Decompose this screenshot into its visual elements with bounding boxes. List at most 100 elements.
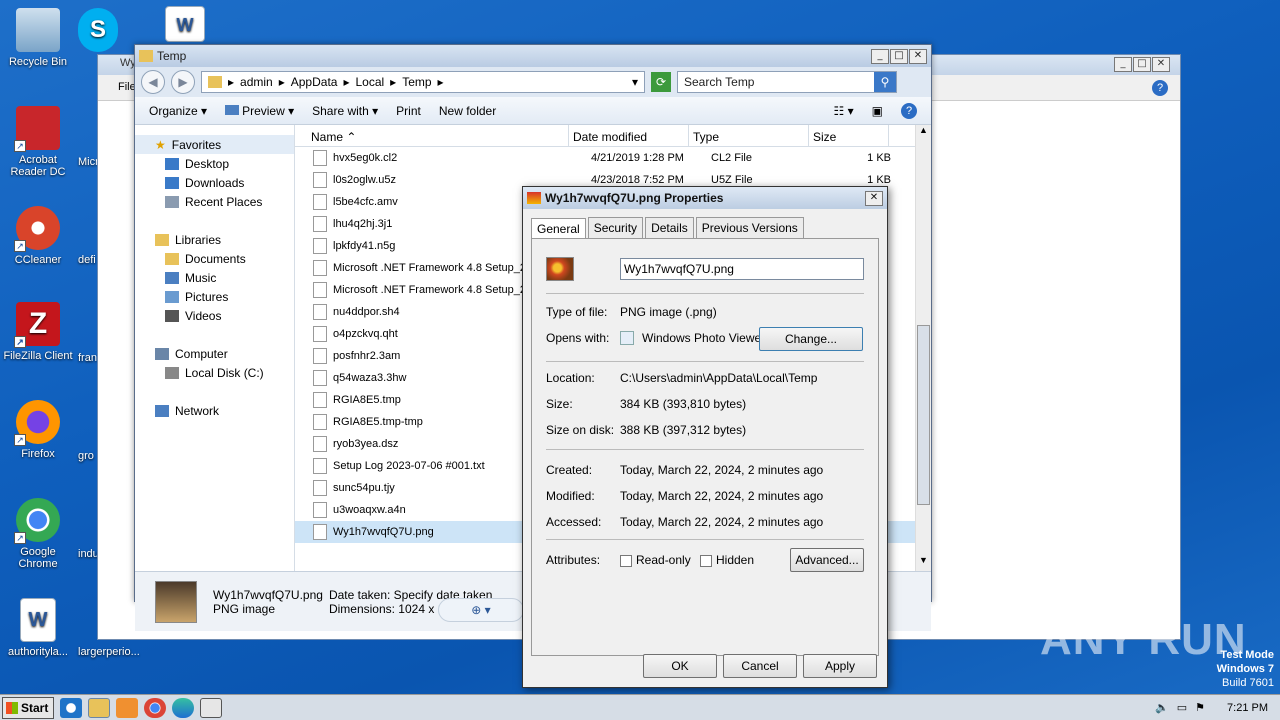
flag-icon[interactable]: ⚑ — [1195, 701, 1205, 714]
column-name[interactable]: Name ⌃ — [295, 125, 569, 146]
help-icon[interactable]: ? — [901, 102, 917, 119]
preview-pane-icon[interactable]: ▣ — [872, 104, 883, 118]
nav-desktop[interactable]: Desktop — [135, 154, 294, 173]
tab-previous-versions[interactable]: Previous Versions — [695, 217, 804, 238]
desktop-icon-word-top[interactable]: W — [160, 6, 210, 46]
breadcrumb-admin[interactable]: admin — [240, 75, 273, 89]
nav-favorites[interactable]: ★ Favorites — [135, 135, 294, 154]
readonly-checkbox[interactable]: Read-only — [620, 553, 691, 567]
nav-documents[interactable]: Documents — [135, 249, 294, 268]
breadcrumb-appdata[interactable]: AppData — [291, 75, 338, 89]
properties-titlebar[interactable]: Wy1h7wvqfQ7U.png Properties ✕ — [523, 187, 887, 209]
view-options-icon[interactable]: ☷ ▾ — [834, 104, 854, 118]
checkbox-icon[interactable] — [700, 554, 712, 567]
advanced-button[interactable]: Advanced... — [790, 548, 864, 572]
checkbox-icon[interactable] — [620, 554, 632, 567]
preview-button[interactable]: Preview ▾ — [225, 104, 294, 118]
file-icon — [313, 238, 327, 254]
close-button[interactable]: ✕ — [865, 190, 883, 206]
modified-value: Today, March 22, 2024, 2 minutes ago — [620, 489, 824, 503]
desktop-icon-acrobat[interactable]: ↗ Acrobat Reader DC — [0, 106, 76, 178]
nav-recent-places[interactable]: Recent Places — [135, 192, 294, 211]
share-with-button[interactable]: Share with ▾ — [312, 104, 378, 118]
hidden-checkbox[interactable]: Hidden — [700, 553, 754, 567]
media-player-icon[interactable] — [116, 697, 138, 718]
nav-videos[interactable]: Videos — [135, 306, 294, 325]
libraries-icon — [155, 233, 169, 246]
back-arrow-icon[interactable]: ◀ — [141, 70, 165, 94]
documents-icon — [165, 252, 179, 265]
properties-taskbar-icon[interactable] — [200, 697, 222, 718]
file-row[interactable]: hvx5eg0k.cl2 4/21/2019 1:28 PM CL2 File 1 K… — [295, 147, 931, 169]
maximize-button[interactable]: □ — [1133, 57, 1151, 72]
desktop-icon-recycle-bin[interactable]: Recycle Bin — [0, 8, 76, 68]
desktop-icon-firefox[interactable]: ↗ Firefox — [0, 400, 76, 460]
nav-pictures[interactable]: Pictures — [135, 287, 294, 306]
shortcut-arrow-icon: ↗ — [14, 140, 26, 152]
organize-button[interactable]: Organize ▾ — [149, 104, 207, 118]
desktop-icon-chrome[interactable]: ↗ Google Chrome — [0, 498, 76, 570]
nav-local-disk[interactable]: Local Disk (C:) — [135, 363, 294, 382]
test-mode-notice: Test Mode Windows 7 Build 7601 — [1217, 648, 1274, 690]
vertical-scrollbar[interactable]: ▲ ▼ — [915, 125, 931, 571]
zoom-icon[interactable]: ⊕ ▾ — [471, 603, 490, 617]
scroll-down-arrow-icon[interactable]: ▼ — [916, 555, 931, 571]
properties-dialog[interactable]: Wy1h7wvqfQ7U.png Properties ✕ General Se… — [522, 186, 888, 688]
speaker-icon[interactable]: 🔈 — [1155, 701, 1169, 714]
scroll-thumb[interactable] — [917, 325, 930, 505]
tab-security[interactable]: Security — [587, 217, 644, 238]
breadcrumb-temp[interactable]: Temp — [402, 75, 431, 89]
nav-network[interactable]: Network — [135, 401, 294, 420]
forward-arrow-icon[interactable]: ▶ — [171, 70, 195, 94]
ok-button[interactable]: OK — [643, 654, 717, 678]
refresh-icon[interactable]: ⟳ — [651, 72, 671, 92]
chrome-taskbar-icon[interactable] — [144, 697, 166, 718]
nav-computer[interactable]: Computer — [135, 344, 294, 363]
clock[interactable]: 7:21 PM — [1227, 702, 1268, 714]
internet-explorer-icon[interactable] — [60, 697, 82, 718]
desktop-icon-filezilla[interactable]: Z ↗ FileZilla Client — [0, 302, 76, 362]
desktop-icon-ccleaner[interactable]: ↗ CCleaner — [0, 206, 76, 266]
search-icon[interactable]: ⚲ — [874, 72, 896, 92]
nav-libraries[interactable]: Libraries — [135, 230, 294, 249]
file-size: 1 KB — [867, 152, 891, 164]
column-type[interactable]: Type — [689, 125, 809, 146]
tab-general[interactable]: General — [531, 218, 586, 239]
desktop-icon-authority-doc[interactable]: W authorityla... — [0, 598, 76, 658]
music-icon — [165, 271, 179, 284]
address-row: ◀ ▶ ▸ admin ▸ AppData ▸ Local ▸ Temp ▸ ▾… — [135, 67, 931, 97]
column-size[interactable]: Size — [809, 125, 889, 146]
apply-button[interactable]: Apply — [803, 654, 877, 678]
file-icon — [313, 216, 327, 232]
close-button[interactable]: ✕ — [909, 48, 927, 64]
close-button[interactable]: ✕ — [1152, 57, 1170, 72]
help-icon[interactable]: ? — [1152, 80, 1168, 96]
search-input[interactable]: Search Temp ⚲ — [677, 71, 897, 93]
change-button[interactable]: Change... — [759, 327, 863, 351]
desktop-icon-partial-label: indu — [78, 548, 99, 560]
column-date-modified[interactable]: Date modified — [569, 125, 689, 146]
photo-viewer-icon — [620, 331, 634, 345]
nav-downloads[interactable]: Downloads — [135, 173, 294, 192]
maximize-button[interactable]: □ — [890, 48, 908, 64]
scroll-up-arrow-icon[interactable]: ▲ — [916, 125, 931, 141]
minimize-button[interactable]: _ — [871, 48, 889, 64]
chevron-down-icon[interactable]: ▾ — [632, 75, 638, 89]
edge-taskbar-icon[interactable] — [172, 697, 194, 718]
cancel-button[interactable]: Cancel — [723, 654, 797, 678]
column-headers: Name ⌃ Date modified Type Size — [295, 125, 931, 147]
minimize-button[interactable]: _ — [1114, 57, 1132, 72]
explorer-titlebar[interactable]: Temp _ □ ✕ — [135, 45, 931, 67]
tab-details[interactable]: Details — [645, 217, 694, 238]
address-bar[interactable]: ▸ admin ▸ AppData ▸ Local ▸ Temp ▸ ▾ — [201, 71, 645, 93]
new-folder-button[interactable]: New folder — [439, 104, 496, 118]
desktop-icon-skype[interactable]: S — [78, 8, 118, 56]
print-button[interactable]: Print — [396, 104, 421, 118]
file-explorer-taskbar-icon[interactable] — [88, 697, 110, 718]
readonly-label: Read-only — [636, 553, 691, 567]
nav-music[interactable]: Music — [135, 268, 294, 287]
start-button[interactable]: Start — [2, 696, 54, 719]
filename-field[interactable]: Wy1h7wvqfQ7U.png — [620, 258, 864, 280]
network-tray-icon[interactable]: ▭ — [1177, 701, 1187, 714]
breadcrumb-local[interactable]: Local — [355, 75, 384, 89]
